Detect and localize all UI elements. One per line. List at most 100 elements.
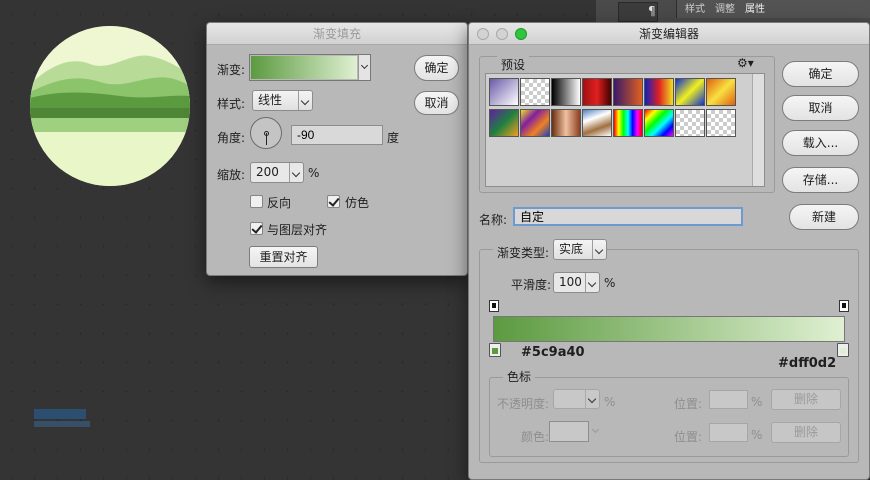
gradient-preview[interactable] [251,56,357,79]
chevron-down-icon [585,273,599,292]
opacity-combobox[interactable] [553,389,600,409]
scale-value: 200 [256,165,279,179]
left-stop-hex: #5c9a40 [521,345,585,360]
align-with-layer-checkbox[interactable] [250,222,263,235]
gradient-editor-title-text: 渐变编辑器 [638,27,699,41]
panel-tabs: 样式 调整 属性 [676,0,870,18]
gear-icon[interactable]: ⚙▾ [737,56,759,70]
angle-unit: 度 [387,131,400,145]
color-label: 颜色: [521,430,550,444]
preset-swatch-blue-yellow-blue[interactable] [675,78,705,106]
preset-swatch-violet-green-orange[interactable] [489,109,519,137]
opacity-location-unit: % [751,395,763,409]
tab-styles[interactable]: 样式 [685,0,705,16]
opacity-stop-right[interactable] [839,300,849,312]
style-select[interactable]: 线性 [252,90,313,111]
gradient-bar[interactable] [493,316,845,342]
preset-swatch-blue-red-yellow[interactable] [644,78,674,106]
tab-properties[interactable]: 属性 [745,0,765,16]
tab-adjustments[interactable]: 调整 [715,0,735,16]
preset-swatch-orange-yellow-orange[interactable] [706,78,736,106]
smoothness-label: 平滑度: [511,278,552,292]
smoothness-combobox[interactable]: 100 [553,272,600,293]
preset-swatch-neutral-density[interactable] [706,109,736,137]
reverse-label: 反向 [267,196,292,210]
opacity-stop-left[interactable] [489,300,499,312]
color-location-label: 位置: [674,430,703,444]
dither-label: 仿色 [345,196,370,210]
delete-opacity-stop-button[interactable]: 删除 [771,389,841,410]
load-button[interactable]: 载入... [782,130,859,156]
opacity-unit: % [604,395,616,409]
preset-swatch-transparent-stripes[interactable] [675,109,705,137]
save-button[interactable]: 存储... [782,167,859,193]
gradient-label: 渐变: [217,63,246,77]
style-value: 线性 [258,93,283,107]
gradient-fill-title: 渐变填充 [207,23,467,45]
preset-swatch-black-white[interactable] [551,78,581,106]
presets-grid [489,78,743,142]
gradient-type-select[interactable]: 实底 [553,239,607,260]
preset-swatch-yellow-violet-orange-blue[interactable] [520,109,550,137]
gradient-editor-title: 渐变编辑器 [469,23,869,45]
zoom-window-icon[interactable] [515,28,527,40]
paragraph-icon[interactable]: ¶ [648,4,662,18]
dither-checkbox[interactable] [327,195,340,208]
landscape-illustration [30,26,190,186]
opacity-location-label: 位置: [674,397,703,411]
color-stop-right-swatch [840,348,846,354]
gradient-type-label: 渐变类型: [493,244,554,261]
color-stop-right[interactable] [837,343,849,357]
color-location-unit: % [751,428,763,442]
chevron-down-icon [592,240,606,259]
smoothness-value: 100 [559,275,582,289]
ok-button[interactable]: 确定 [414,55,459,81]
angle-dial-center [264,131,269,136]
preset-swatch-transparent-rainbow[interactable] [644,109,674,137]
reset-align-button[interactable]: 重置对齐 [249,246,318,268]
color-stop-left[interactable] [489,343,501,357]
scale-combobox[interactable]: 200 [250,162,304,183]
ok-button[interactable]: 确定 [782,61,859,87]
preset-swatch-red-black[interactable] [582,78,612,106]
color-swatch-picker[interactable] [549,421,589,442]
name-label: 名称: [479,213,508,227]
gradient-fill-dialog: 渐变填充 渐变: 样式: 线性 角度: 度 缩放: 200 % 反向 仿色 与图… [206,22,468,276]
preset-swatch-violet-orange[interactable] [613,78,643,106]
presets-label: 预设 [497,56,530,73]
opacity-label: 不透明度: [497,397,550,411]
chevron-down-icon [289,163,303,182]
scale-label: 缩放: [217,168,246,182]
gradient-picker[interactable] [249,54,371,81]
name-input[interactable] [513,207,743,226]
preset-swatch-copper[interactable] [551,109,581,137]
new-button[interactable]: 新建 [789,204,859,230]
delete-color-stop-button[interactable]: 删除 [771,422,841,443]
minimize-window-icon[interactable] [496,28,508,40]
chevron-down-icon [360,61,369,70]
close-window-icon[interactable] [477,28,489,40]
preset-swatch-foreground-to-transparent[interactable] [520,78,550,106]
angle-input[interactable] [291,125,383,145]
gradient-dropdown-button[interactable] [358,55,370,80]
cancel-button[interactable]: 取消 [782,95,859,121]
presets-list [485,73,765,187]
color-stop-left-swatch [492,348,498,354]
color-stops-label: 色标 [503,368,536,385]
gradient-type-value: 实底 [559,242,584,256]
presets-scrollbar[interactable] [752,74,764,186]
watermark-logo [34,405,90,435]
preset-swatch-foreground-to-background[interactable] [489,78,519,106]
preset-swatch-chrome[interactable] [582,109,612,137]
scale-unit: % [308,166,320,180]
color-location-input[interactable] [709,423,748,442]
gradient-editor-dialog: 渐变编辑器 预设 ⚙▾ 确定 取消 载入... 存储... 名称: 新建 渐变类… [468,22,870,480]
angle-label: 角度: [217,131,246,145]
cancel-button[interactable]: 取消 [414,91,459,115]
opacity-location-input[interactable] [709,390,748,409]
reverse-checkbox[interactable] [250,195,263,208]
align-with-layer-label: 与图层对齐 [267,223,328,237]
angle-dial[interactable] [250,117,282,149]
smoothness-unit: % [604,276,616,290]
preset-swatch-spectrum[interactable] [613,109,643,137]
